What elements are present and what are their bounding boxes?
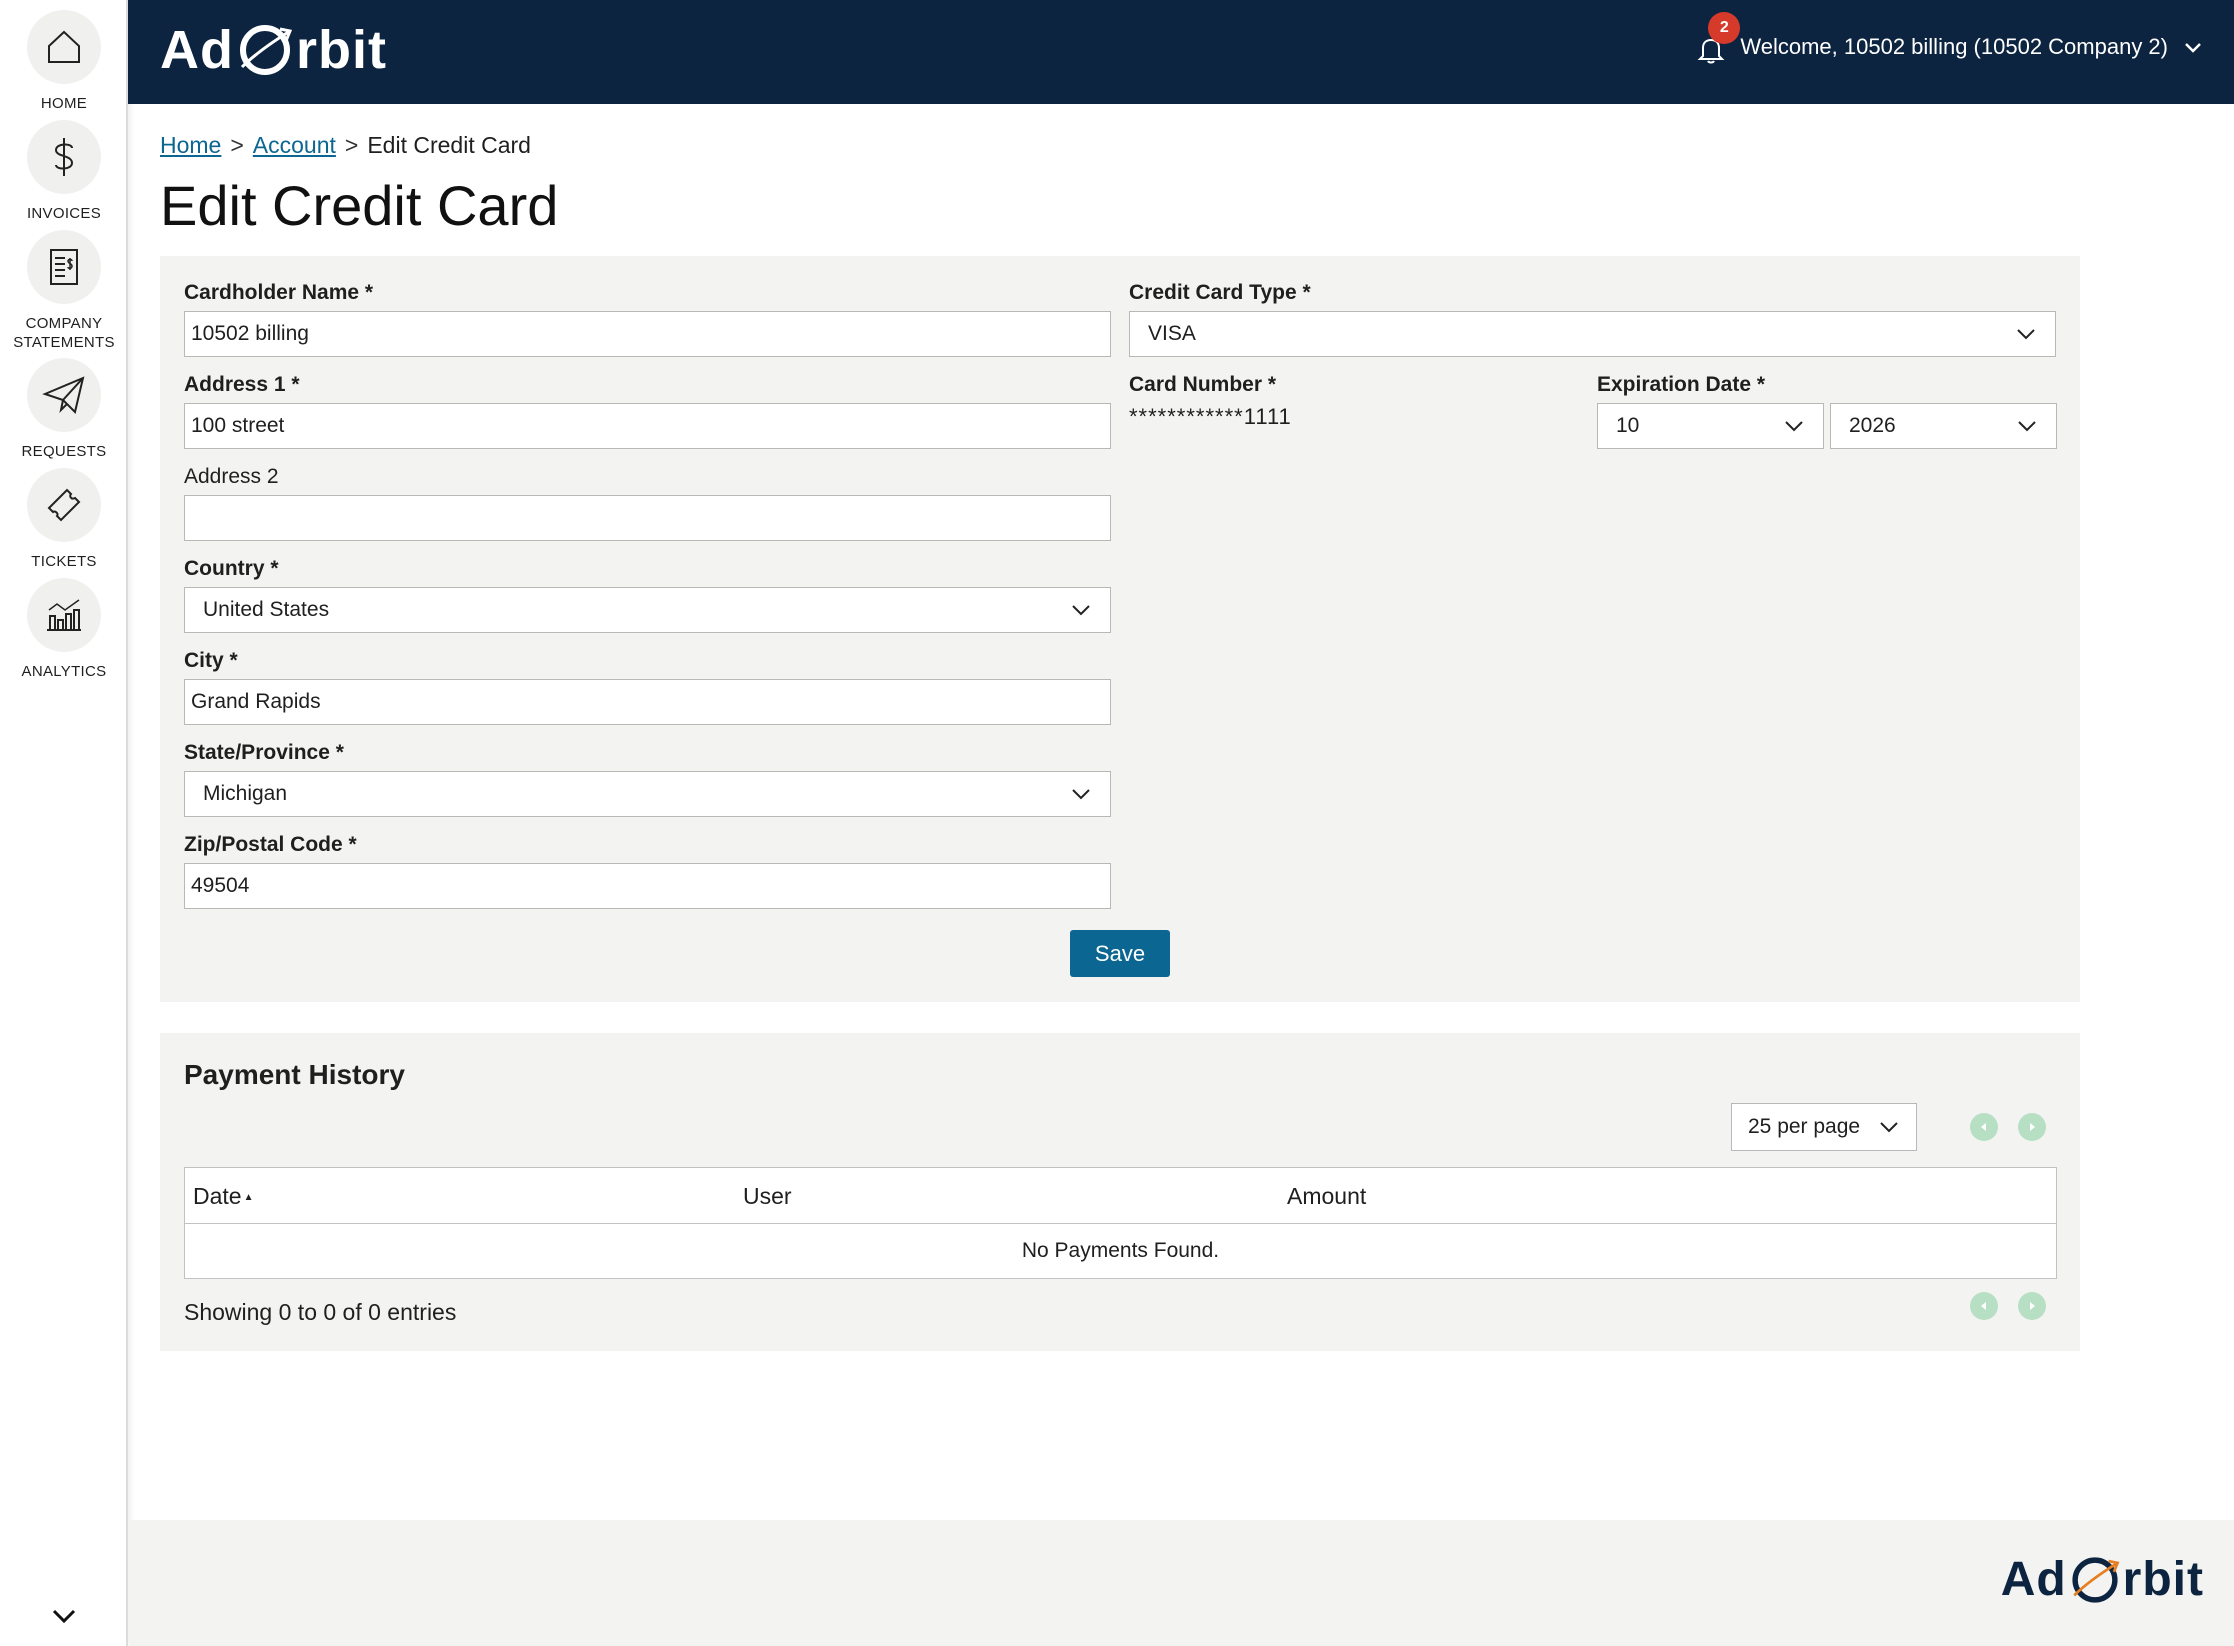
sidebar-item-analytics[interactable]: ANALYTICS bbox=[0, 578, 128, 681]
country-selected: United States bbox=[203, 598, 330, 621]
zip-label: Zip/Postal Code * bbox=[184, 833, 357, 856]
chevron-right-icon bbox=[2030, 1123, 2035, 1131]
sidebar-item-invoices[interactable]: INVOICES bbox=[0, 120, 128, 223]
breadcrumb-account-link[interactable]: Account bbox=[253, 132, 336, 158]
card-number-label: Card Number * bbox=[1129, 373, 1277, 396]
expiration-month-select[interactable]: 10 bbox=[1597, 403, 1824, 449]
page-title: Edit Credit Card bbox=[160, 174, 559, 237]
payment-history-table: Date ▲ User Amount No Payments Found. bbox=[184, 1167, 2057, 1279]
dollar-icon bbox=[54, 138, 74, 176]
sidebar-item-label: ANALYTICS bbox=[21, 663, 107, 680]
breadcrumb-separator: > bbox=[230, 132, 244, 158]
sidebar-item-company-statements[interactable]: COMPANY STATEMENTS bbox=[0, 230, 128, 352]
column-header-date[interactable]: Date ▲ bbox=[193, 1183, 254, 1210]
orbit-logo-icon bbox=[234, 19, 296, 81]
chevron-down-icon bbox=[1072, 789, 1090, 800]
chevron-down-icon bbox=[2185, 43, 2201, 53]
city-label: City * bbox=[184, 649, 238, 672]
expiration-month-selected: 10 bbox=[1616, 414, 1640, 437]
chevron-down-icon[interactable] bbox=[48, 1604, 80, 1628]
address2-label: Address 2 bbox=[184, 465, 279, 488]
breadcrumb-current: Edit Credit Card bbox=[367, 132, 531, 158]
chevron-down-icon bbox=[1785, 421, 1803, 432]
sidebar-item-label: REQUESTS bbox=[21, 443, 107, 460]
breadcrumb: Home > Account > Edit Credit Card bbox=[160, 130, 531, 160]
home-icon bbox=[48, 30, 80, 63]
country-select[interactable]: United States bbox=[184, 587, 1111, 633]
per-page-select[interactable]: 25 per page bbox=[1731, 1103, 1917, 1151]
address1-label: Address 1 * bbox=[184, 373, 300, 396]
sidebar-item-tickets[interactable]: TICKETS bbox=[0, 468, 128, 571]
chevron-down-icon bbox=[1880, 1122, 1898, 1133]
expiration-label: Expiration Date * bbox=[1597, 373, 1766, 396]
credit-card-form: Cardholder Name * Address 1 * Address 2 … bbox=[160, 256, 2080, 1002]
address2-input[interactable] bbox=[184, 495, 1111, 541]
country-label: Country * bbox=[184, 557, 279, 580]
chevron-right-icon bbox=[2030, 1302, 2035, 1310]
card-type-select[interactable]: VISA bbox=[1129, 311, 2056, 357]
expiration-year-selected: 2026 bbox=[1849, 414, 1896, 437]
card-type-selected: VISA bbox=[1148, 322, 1196, 345]
sidebar-item-label: COMPANY bbox=[25, 315, 103, 332]
sidebar-item-label: TICKETS bbox=[31, 553, 97, 570]
prev-page-button[interactable] bbox=[1970, 1113, 1998, 1141]
sidebar-item-label: STATEMENTS bbox=[13, 334, 115, 351]
per-page-selected: 25 per page bbox=[1748, 1115, 1861, 1138]
state-select[interactable]: Michigan bbox=[184, 771, 1111, 817]
table-header: Date ▲ User Amount bbox=[185, 1168, 2056, 1224]
cardholder-name-input[interactable] bbox=[184, 311, 1111, 357]
footer: Ad rbit bbox=[130, 1520, 2234, 1646]
sidebar-item-label: INVOICES bbox=[26, 205, 102, 222]
ticket-icon bbox=[47, 488, 81, 522]
zip-input[interactable] bbox=[184, 863, 1111, 909]
next-page-button[interactable] bbox=[2018, 1113, 2046, 1141]
card-type-label: Credit Card Type * bbox=[1129, 281, 1311, 304]
chart-icon bbox=[47, 599, 81, 631]
chevron-left-icon bbox=[1981, 1302, 1986, 1310]
payment-history-panel: Payment History 25 per page Date ▲ User A… bbox=[160, 1033, 2080, 1351]
column-header-amount[interactable]: Amount bbox=[1287, 1183, 1366, 1210]
state-selected: Michigan bbox=[203, 782, 288, 805]
sidebar-item-home[interactable]: HOME bbox=[0, 10, 128, 113]
welcome-text: Welcome, 10502 billing (10502 Company 2) bbox=[1740, 34, 2168, 59]
sidebar-item-requests[interactable]: REQUESTS bbox=[0, 358, 128, 461]
cardholder-name-label: Cardholder Name * bbox=[184, 281, 374, 304]
notification-badge: 2 bbox=[1708, 12, 1741, 44]
top-header: Ad rbit 2 Welcome, 10502 billing (10502 … bbox=[128, 0, 2234, 104]
footer-logo: Ad rbit bbox=[2000, 1552, 2204, 1608]
chevron-down-icon bbox=[1072, 605, 1090, 616]
app-logo[interactable]: Ad rbit bbox=[160, 20, 387, 80]
entries-info: Showing 0 to 0 of 0 entries bbox=[184, 1299, 457, 1325]
chevron-down-icon bbox=[2018, 421, 2036, 432]
paper-plane-icon bbox=[42, 376, 85, 414]
address1-input[interactable] bbox=[184, 403, 1111, 449]
city-input[interactable] bbox=[184, 679, 1111, 725]
prev-page-button-bottom[interactable] bbox=[1970, 1292, 1998, 1320]
payment-history-title: Payment History bbox=[184, 1059, 405, 1090]
breadcrumb-home-link[interactable]: Home bbox=[160, 132, 221, 158]
chevron-left-icon bbox=[1981, 1123, 1986, 1131]
sidebar: HOME INVOICES COMPANY STATEMENTS REQUEST… bbox=[0, 0, 128, 1646]
breadcrumb-separator: > bbox=[344, 132, 359, 158]
sort-ascending-icon: ▲ bbox=[243, 1192, 254, 1204]
user-menu[interactable]: 2 Welcome, 10502 billing (10502 Company … bbox=[1696, 12, 2204, 64]
notifications[interactable]: 2 bbox=[1696, 12, 1741, 64]
save-button[interactable]: Save bbox=[1070, 930, 1170, 977]
chevron-down-icon bbox=[2017, 329, 2035, 340]
orbit-logo-icon bbox=[2067, 1552, 2123, 1608]
empty-table-message: No Payments Found. bbox=[1021, 1239, 1220, 1262]
card-number-value: ************1111 bbox=[1129, 404, 1292, 429]
sidebar-item-label: HOME bbox=[40, 95, 88, 112]
statement-icon bbox=[50, 249, 78, 285]
column-header-user[interactable]: User bbox=[743, 1183, 792, 1210]
next-page-button-bottom[interactable] bbox=[2018, 1292, 2046, 1320]
state-label: State/Province * bbox=[184, 741, 344, 764]
expiration-year-select[interactable]: 2026 bbox=[1830, 403, 2057, 449]
